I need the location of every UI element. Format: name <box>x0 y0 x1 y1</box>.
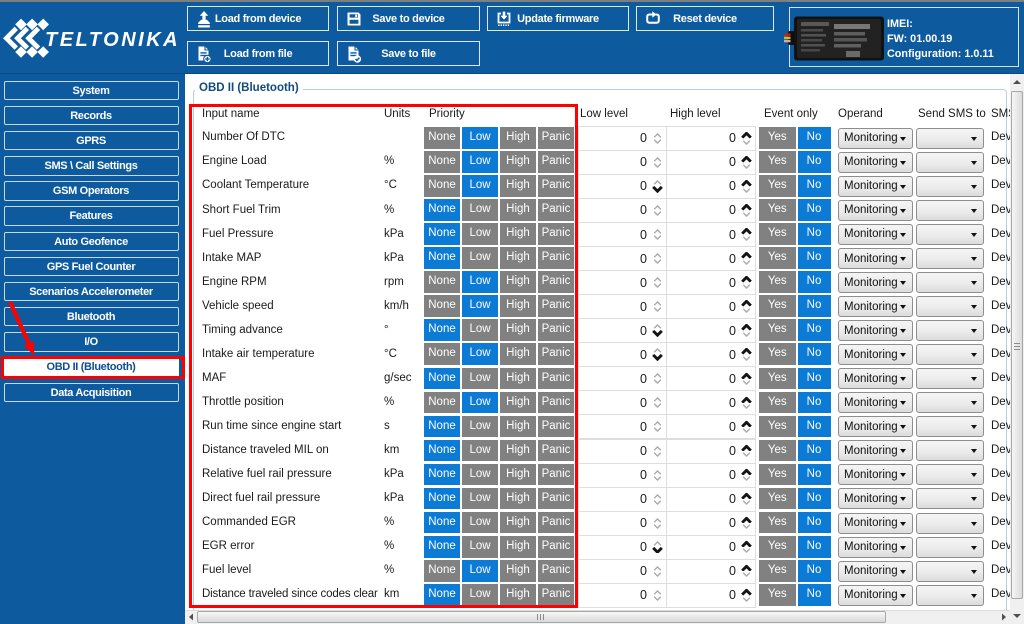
svg-text:TELTONIKA: TELTONIKA <box>45 29 180 51</box>
